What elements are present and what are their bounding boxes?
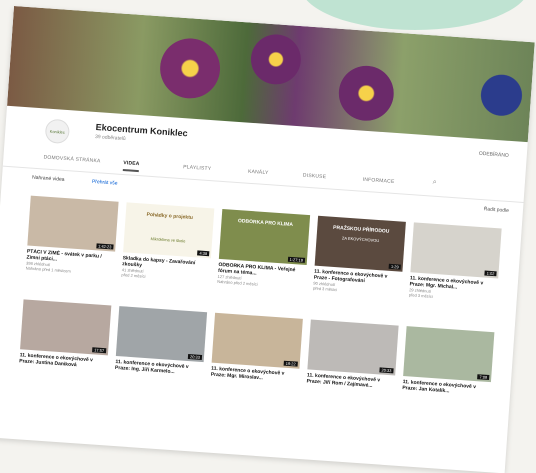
video-thumbnail[interactable]: 20:33 [115,306,208,363]
video-card[interactable]: Pohádky o projektu Mikroklima ve škole 4… [121,202,215,283]
flower-image [477,68,526,122]
video-duration: 1:29 [388,263,401,270]
thumbnail-text: ODBORKA PRO KLIMA [237,218,294,228]
thumbnail-text: Mikroklima ve škole [150,236,186,244]
tab-videos[interactable]: VIDEA [122,160,140,173]
video-row-2: 17:57 11. konference o ekovýchově v Praz… [19,299,503,394]
video-card[interactable]: ODBORKA PRO KLIMA 1:27:19 ODBORKA PRO KL… [217,209,311,290]
background-decoration [300,0,530,30]
video-thumbnail[interactable]: PRAŽSKOU PŘÍRODOU ZA EKOVÝCHOVOU 1:29 [314,215,406,272]
flower-image [158,36,223,101]
video-card[interactable]: 19:22 11. konference o ekovýchově v Praz… [211,312,303,384]
video-duration: 7:09 [477,374,490,381]
video-duration: 20:33 [379,367,394,374]
play-all-link[interactable]: Přehrát vše [92,179,118,187]
flower-image [336,63,396,123]
video-thumbnail[interactable]: 20:33 [307,319,399,376]
sort-by-button[interactable]: Řadit podle [483,206,509,214]
video-thumbnail[interactable]: 17:57 [20,299,112,356]
video-duration: 19:22 [283,360,298,367]
video-card[interactable]: 20:33 11. konference o ekovýchově v Praz… [306,319,399,390]
video-thumbnail[interactable]: 1:42:23 [27,195,119,252]
tab-playlists[interactable]: PLAYLISTY [183,164,211,172]
video-duration: 20:33 [187,353,203,360]
video-title[interactable]: 11. konference o ekovýchově v Praze: Mgr… [211,366,300,384]
video-card[interactable]: 20:33 11. konference o ekovýchově v Praz… [115,306,208,377]
video-card[interactable]: 1:42:23 PTÁCI V ZIMĚ - svátek v parku / … [26,195,119,277]
video-duration: 1:02 [484,270,497,277]
uploads-dropdown[interactable]: Nahrané videa [32,175,65,183]
tab-channels[interactable]: KANÁLY [248,169,269,176]
tab-home[interactable]: DOMOVSKÁ STRÁNKA [43,154,100,164]
video-title[interactable]: 11. konference o ekovýchově v Praze: Jus… [19,352,108,370]
flower-image [249,32,303,87]
youtube-channel-page: Koniklec Ekocentrum Koniklec 39 odběrate… [0,6,535,473]
video-thumbnail[interactable]: ODBORKA PRO KLIMA 1:27:19 [218,209,311,266]
thumbnail-text: Pohádky o projektu [146,211,194,221]
tab-discussion[interactable]: DISKUSE [303,173,327,181]
video-thumbnail[interactable]: 19:22 [211,312,303,369]
video-card[interactable]: 17:57 11. konference o ekovýchově v Praz… [19,299,112,370]
thumbnail-text: ZA EKOVÝCHOVOU [341,235,380,244]
video-card[interactable]: 1:02 11. konference o ekovýchově v Praze… [409,222,502,303]
video-duration: 1:27:19 [287,256,306,263]
subscriber-count: 39 odběratelů [94,133,126,143]
subscribe-button[interactable]: ODEBÍRÁNO [479,151,509,159]
search-icon[interactable]: ⌕ [432,179,437,187]
video-duration: 1:42:23 [95,243,114,250]
video-title[interactable]: 11. konference o ekovýchově v Praze: Jiř… [306,372,395,390]
video-thumbnail[interactable]: 7:09 [403,326,495,383]
channel-avatar[interactable]: Koniklec [44,118,71,145]
video-duration: 17:57 [92,347,107,354]
video-title[interactable]: 11. konference o ekovýchově v Praze: Ing… [115,359,204,377]
video-title[interactable]: 11. konference o ekovýchově v Praze: Jan… [402,379,491,397]
video-card[interactable]: PRAŽSKOU PŘÍRODOU ZA EKOVÝCHOVOU 1:29 11… [313,215,406,297]
video-thumbnail[interactable]: Pohádky o projektu Mikroklima ve škole 4… [123,202,215,259]
video-thumbnail[interactable]: 1:02 [410,222,502,279]
tab-about[interactable]: INFORMACE [363,177,395,185]
video-duration: 4:38 [197,250,210,257]
video-card[interactable]: 7:09 11. konference o ekovýchově v Praze… [402,326,495,397]
